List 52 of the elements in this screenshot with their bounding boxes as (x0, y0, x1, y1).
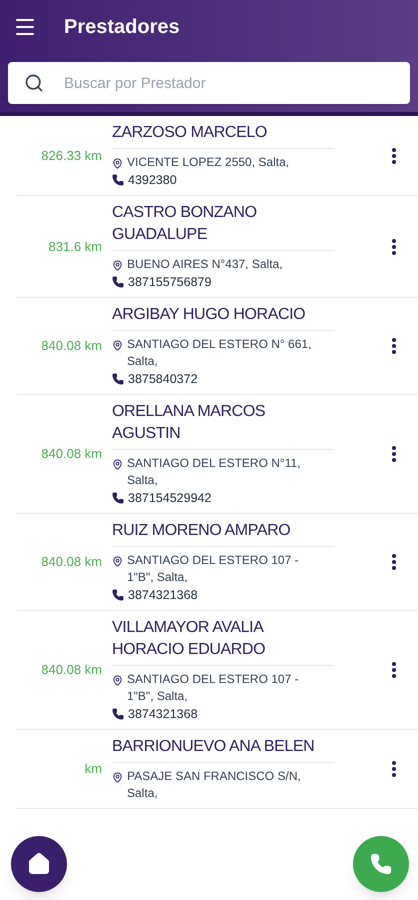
phone-icon (112, 174, 124, 186)
phone-icon (112, 373, 124, 385)
phone-text: 3874321368 (128, 706, 198, 723)
pin-icon (112, 340, 123, 351)
pin-icon (112, 158, 123, 169)
phone-icon (112, 492, 124, 504)
pin-icon (112, 556, 123, 567)
phone-text: 387155756879 (128, 274, 212, 291)
search-icon (24, 73, 44, 93)
distance-label: 840.08 km (41, 661, 102, 680)
more-icon (392, 554, 396, 570)
more-icon (392, 338, 396, 354)
provider-name: ORELLANA MARCOS AGUSTIN (112, 401, 334, 450)
provider-name: RUIZ MORENO AMPARO (112, 520, 334, 547)
address-text: SANTIAGO DEL ESTERO 107 - 1"B", Salta, (127, 671, 300, 705)
phone-text: 3875840372 (128, 371, 198, 388)
address-text: SANTIAGO DEL ESTERO 107 - 1"B", Salta, (127, 552, 300, 586)
provider-name: ZARZOSO MARCELO (112, 122, 334, 149)
distance-label: km (84, 760, 102, 778)
more-icon (392, 662, 396, 678)
provider-name: VILLAMAYOR AVALIA HORACIO EDUARDO (112, 617, 334, 666)
phone-icon (370, 853, 392, 875)
home-icon (27, 852, 51, 876)
provider-name: BARRIONUEVO ANA BELEN (112, 736, 334, 763)
address-text: PASAJE SAN FRANCISCO S/N, Salta, (127, 768, 302, 802)
address-text: VICENTE LOPEZ 2550, Salta, (127, 154, 290, 171)
phone-icon (112, 589, 124, 601)
address-text: SANTIAGO DEL ESTERO N°11, Salta, (127, 455, 302, 489)
provider-name: CASTRO BONZANO GUADALUPE (112, 202, 334, 251)
distance-label: 840.08 km (41, 445, 102, 464)
phone-icon (112, 708, 124, 720)
more-icon (392, 761, 396, 777)
search-field[interactable]: Buscar por Prestador (8, 62, 410, 104)
pin-icon (112, 772, 123, 783)
more-icon (392, 446, 396, 462)
page-title: Prestadores (64, 15, 180, 40)
distance-label: 840.08 km (41, 553, 102, 572)
pin-icon (112, 675, 123, 686)
provider-name: ARGIBAY HUGO HORACIO (112, 304, 334, 331)
address-text: SANTIAGO DEL ESTERO N° 661, Salta, (127, 336, 312, 370)
phone-text: 3874321368 (128, 587, 198, 604)
phone-text: 4392380 (128, 172, 177, 189)
phone-icon (112, 276, 124, 288)
pin-icon (112, 260, 123, 271)
pin-icon (112, 459, 123, 470)
distance-label: 831.6 km (48, 238, 102, 256)
more-icon (392, 148, 396, 164)
distance-label: 826.33 km (41, 146, 102, 165)
distance-label: 840.08 km (41, 337, 102, 356)
more-icon (392, 238, 396, 254)
phone-text: 387154529942 (128, 490, 212, 507)
address-text: BUENO AIRES N°437, Salta, (127, 256, 284, 273)
